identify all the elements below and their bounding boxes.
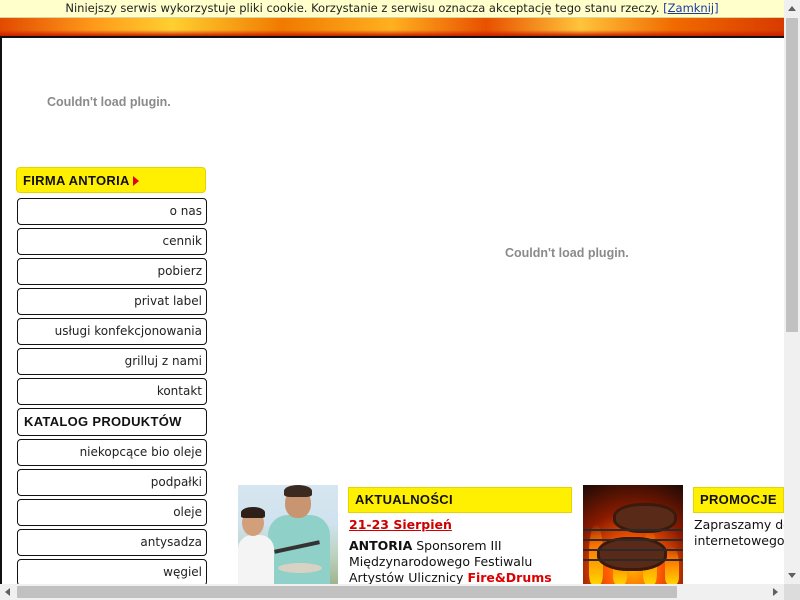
arrow-up-icon (788, 6, 796, 11)
scroll-left-button[interactable] (0, 584, 17, 600)
fire-banner-strip (0, 18, 784, 36)
grill-steak-photo (583, 485, 683, 584)
news-brand: ANTORIA (349, 538, 413, 553)
horizontal-scroll-thumb[interactable] (17, 586, 677, 598)
cookie-notice-text: Niniejszy serwis wykorzystuje pliki cook… (65, 1, 660, 15)
sidebar-item-kontakt[interactable]: kontakt (17, 378, 207, 405)
sidebar-item-o-nas[interactable]: o nas (17, 198, 207, 225)
vertical-scrollbar[interactable] (784, 0, 800, 584)
sidebar-item-pobierz[interactable]: pobierz (17, 258, 207, 285)
promo-line-1: Zapraszamy do (694, 517, 784, 532)
scroll-down-button[interactable] (784, 567, 800, 584)
sidebar-item-podpalki[interactable]: podpałki (17, 469, 207, 496)
horizontal-scrollbar[interactable] (0, 584, 784, 600)
menu-header-katalog[interactable]: KATALOG PRODUKTÓW (17, 408, 207, 436)
cookie-notice-bar: Niniejszy serwis wykorzystuje pliki cook… (0, 0, 784, 18)
arrow-left-icon (5, 588, 10, 596)
sidebar-item-grilluj-z-nami[interactable]: grilluj z nami (17, 348, 207, 375)
scroll-up-button[interactable] (784, 0, 800, 17)
sidebar-item-antysadza[interactable]: antysadza (17, 529, 207, 556)
sidebar-item-cennik[interactable]: cennik (17, 228, 207, 255)
promo-body: Zapraszamy do internetowego (694, 517, 784, 549)
sidebar-item-niekopcace-bio-oleje[interactable]: niekopcące bio oleje (17, 439, 207, 466)
menu-header-firma[interactable]: FIRMA ANTORIA (16, 167, 206, 193)
sidebar-item-oleje[interactable]: oleje (17, 499, 207, 526)
news-highlight: Fire&Drums (467, 570, 552, 585)
family-grill-photo (238, 485, 338, 584)
sidebar-item-privat-label[interactable]: privat label (17, 288, 207, 315)
menu-header-firma-label: FIRMA ANTORIA (23, 173, 130, 188)
arrow-down-icon (788, 573, 796, 578)
sidebar-item-uslugi-konfekcjonowania[interactable]: usługi konfekcjonowania (17, 318, 207, 345)
vertical-scroll-thumb[interactable] (786, 18, 798, 332)
news-date-link[interactable]: 21-23 Sierpień (349, 517, 452, 532)
sidebar-item-wegiel[interactable]: węgiel (17, 559, 207, 586)
news-section-header: AKTUALNOŚCI (348, 487, 572, 513)
news-body: ANTORIA Sponsorem III Międzynarodowego F… (349, 538, 571, 586)
triangle-right-icon (132, 175, 139, 186)
plugin-placeholder-center: Couldn't load plugin. (505, 246, 629, 260)
arrow-right-icon (773, 588, 778, 596)
plugin-placeholder-left: Couldn't load plugin. (47, 95, 171, 109)
cookie-close-link[interactable]: [Zamknij] (663, 1, 718, 15)
scrollbar-corner (784, 584, 800, 600)
scroll-right-button[interactable] (767, 584, 784, 600)
promo-line-2: internetowego (694, 533, 784, 548)
promo-section-header: PROMOCJE (693, 487, 784, 513)
